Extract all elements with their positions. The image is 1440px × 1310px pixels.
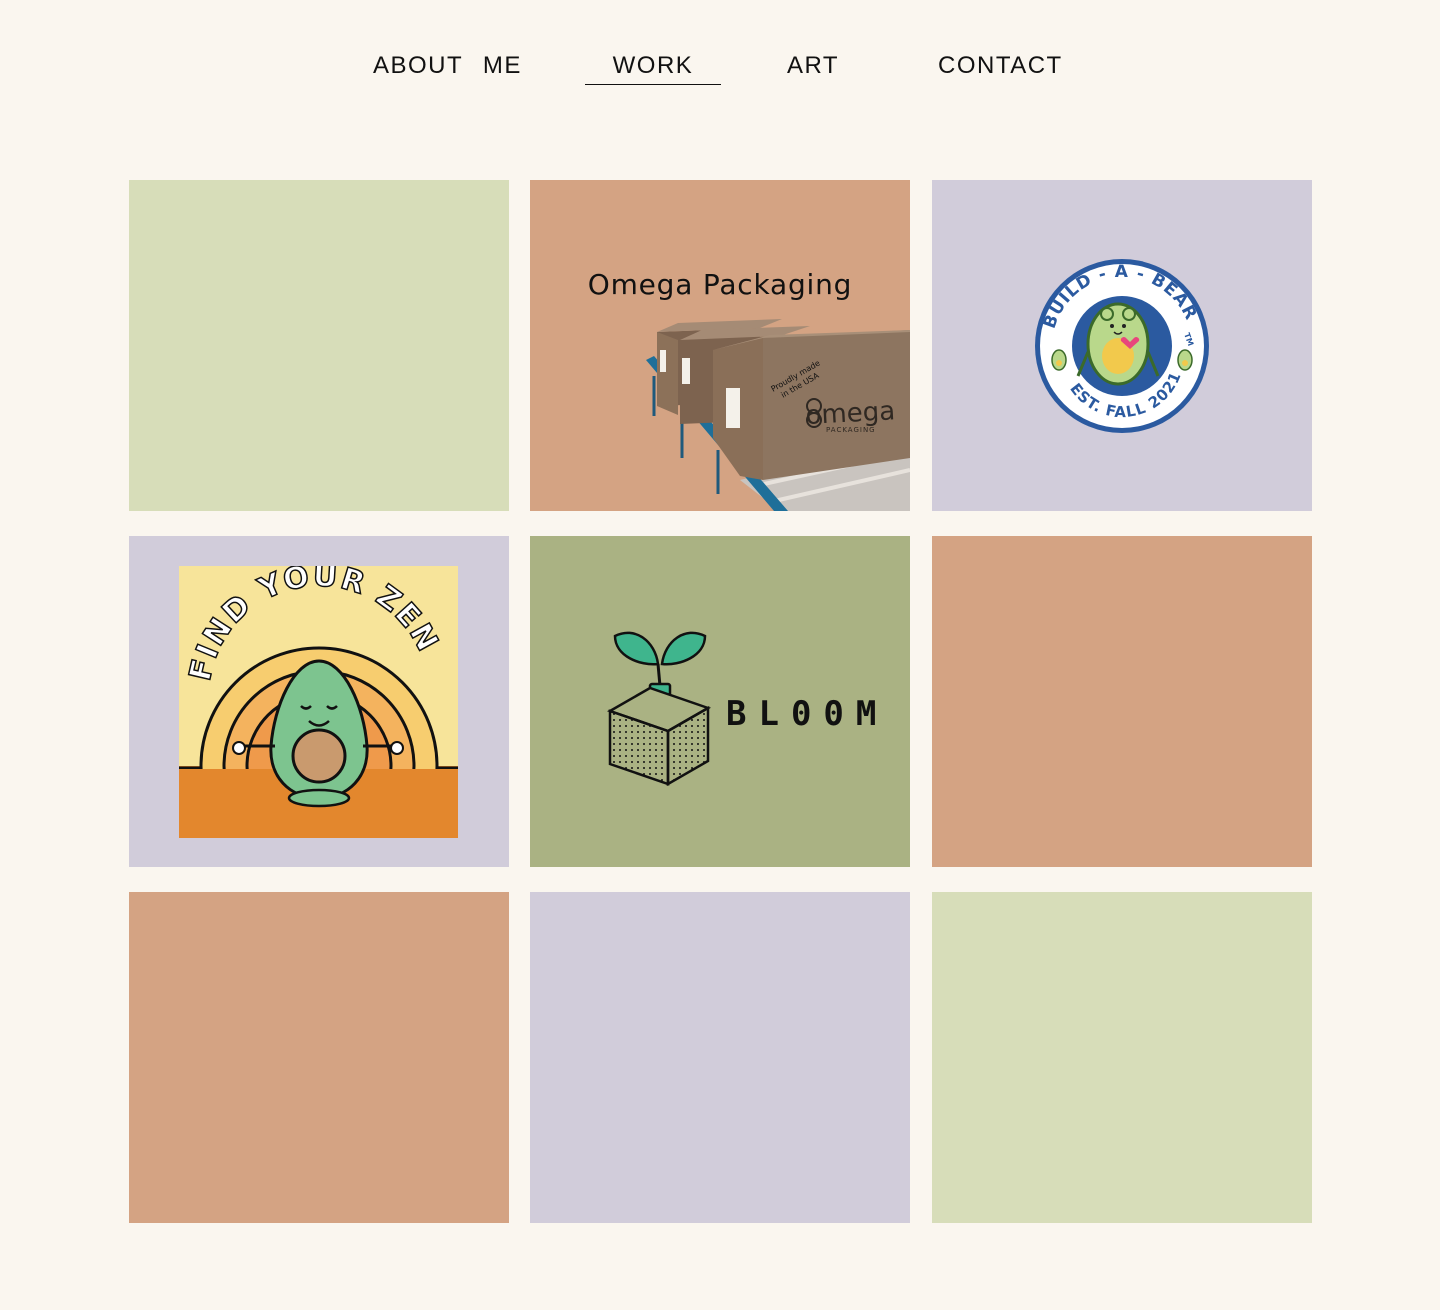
work-tile-empty-lavender[interactable]: [530, 892, 910, 1223]
work-tile-bloom[interactable]: BL00M: [530, 536, 910, 867]
nav-work[interactable]: WORK: [585, 50, 721, 85]
omega-boxes-illustration: Proudly made in the USA omega PACKAGING: [646, 319, 910, 511]
omega-box-subbrand: PACKAGING: [826, 426, 876, 434]
work-tile-empty-terracotta-1[interactable]: [932, 536, 1312, 867]
bloom-wordmark: BL00M: [726, 694, 889, 734]
work-tile-build-a-bear[interactable]: BUILD - A - BEAR TM EST. FALL 2021: [932, 180, 1312, 511]
work-tile-empty-terracotta-2[interactable]: [129, 892, 509, 1223]
work-tile-find-your-zen[interactable]: FIND YOUR ZEN: [129, 536, 509, 867]
find-your-zen-illustration: FIND YOUR ZEN: [179, 566, 458, 838]
work-tile-empty-sage-2[interactable]: [932, 892, 1312, 1223]
nav-art[interactable]: ART: [787, 50, 839, 84]
work-tile-empty-sage-1[interactable]: [129, 180, 509, 511]
nav-about-me[interactable]: ABOUT ME: [373, 50, 522, 84]
work-tile-omega-packaging[interactable]: Omega Packaging Proudly made in the USA …: [530, 180, 910, 511]
nav-contact[interactable]: CONTACT: [938, 50, 1063, 84]
main-nav: ABOUT ME WORK ART CONTACT: [0, 0, 1440, 120]
build-a-bear-badge: BUILD - A - BEAR TM EST. FALL 2021: [1035, 259, 1209, 433]
